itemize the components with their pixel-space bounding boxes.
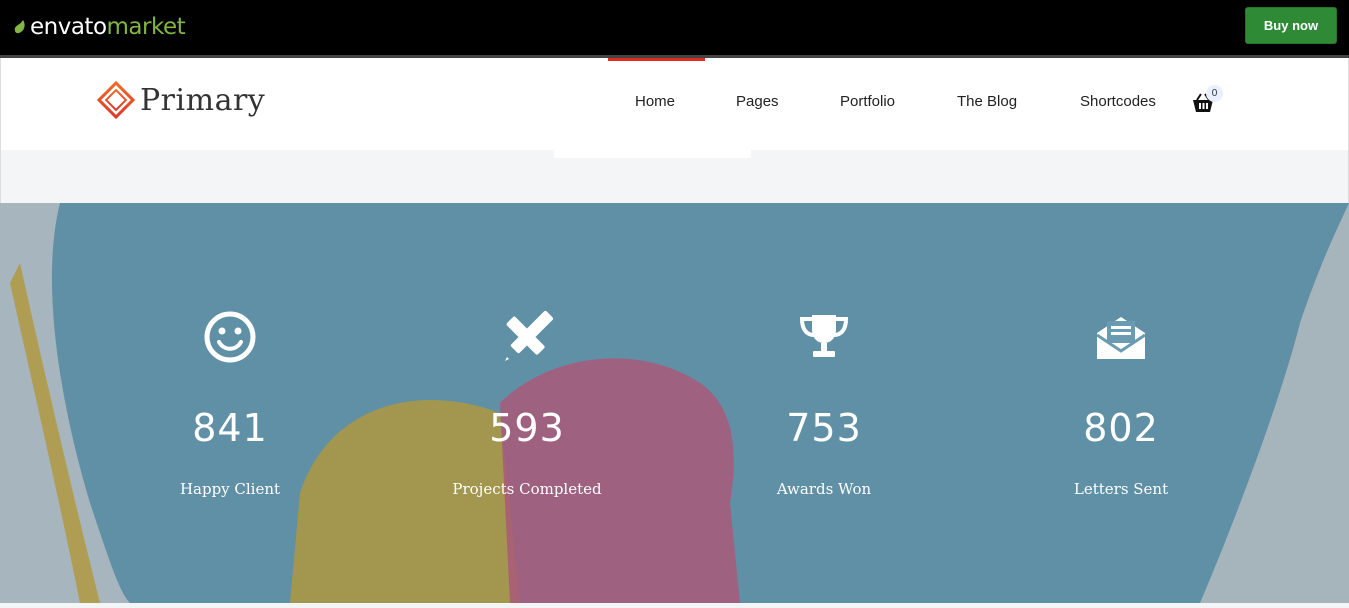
counter-value: 841 [192,406,268,450]
nav-portfolio[interactable]: Portfolio [840,93,895,110]
nav-active-indicator [608,58,705,61]
envato-topbar: envato market Buy now [0,0,1349,55]
smile-icon [204,311,256,363]
envato-leaf-icon [14,20,25,34]
envato-market-logo[interactable]: envato market [14,13,186,41]
counter-label: Letters Sent [1073,480,1169,498]
submenu-tab [554,150,751,158]
counter-value: 593 [489,406,565,450]
page-bottom-strip [0,603,1349,608]
cart-count-badge: 0 [1206,85,1223,102]
counters-section: 841 Happy Client 593 Projects Completed … [0,203,1349,603]
counter-label: Projects Completed [452,480,602,498]
envelope-open-icon [1096,317,1146,359]
counter-awards-won: 753 Awards Won [704,309,944,498]
pencil-ruler-icon [505,310,554,361]
counter-value: 753 [786,406,862,450]
nav-the-blog[interactable]: The Blog [957,93,1017,110]
counter-value: 802 [1083,406,1159,450]
nav-shortcodes[interactable]: Shortcodes [1080,93,1156,110]
counter-label: Awards Won [776,480,872,498]
logo-market-text: market [106,14,186,40]
counter-label: Happy Client [179,480,281,498]
counter-letters-sent: 802 Letters Sent [1001,309,1241,498]
brand-logo[interactable]: Primary [96,80,265,120]
nav-pages[interactable]: Pages [736,93,779,110]
diamond-logo-icon [96,80,136,120]
buy-now-button[interactable]: Buy now [1245,7,1337,44]
trophy-icon [799,315,849,357]
counter-happy-client: 841 Happy Client [110,309,350,498]
logo-envato-text: envato [30,14,107,40]
nav-home[interactable]: Home [635,93,675,110]
counter-projects-completed: 593 Projects Completed [407,309,647,498]
brand-name: Primary [140,82,266,118]
